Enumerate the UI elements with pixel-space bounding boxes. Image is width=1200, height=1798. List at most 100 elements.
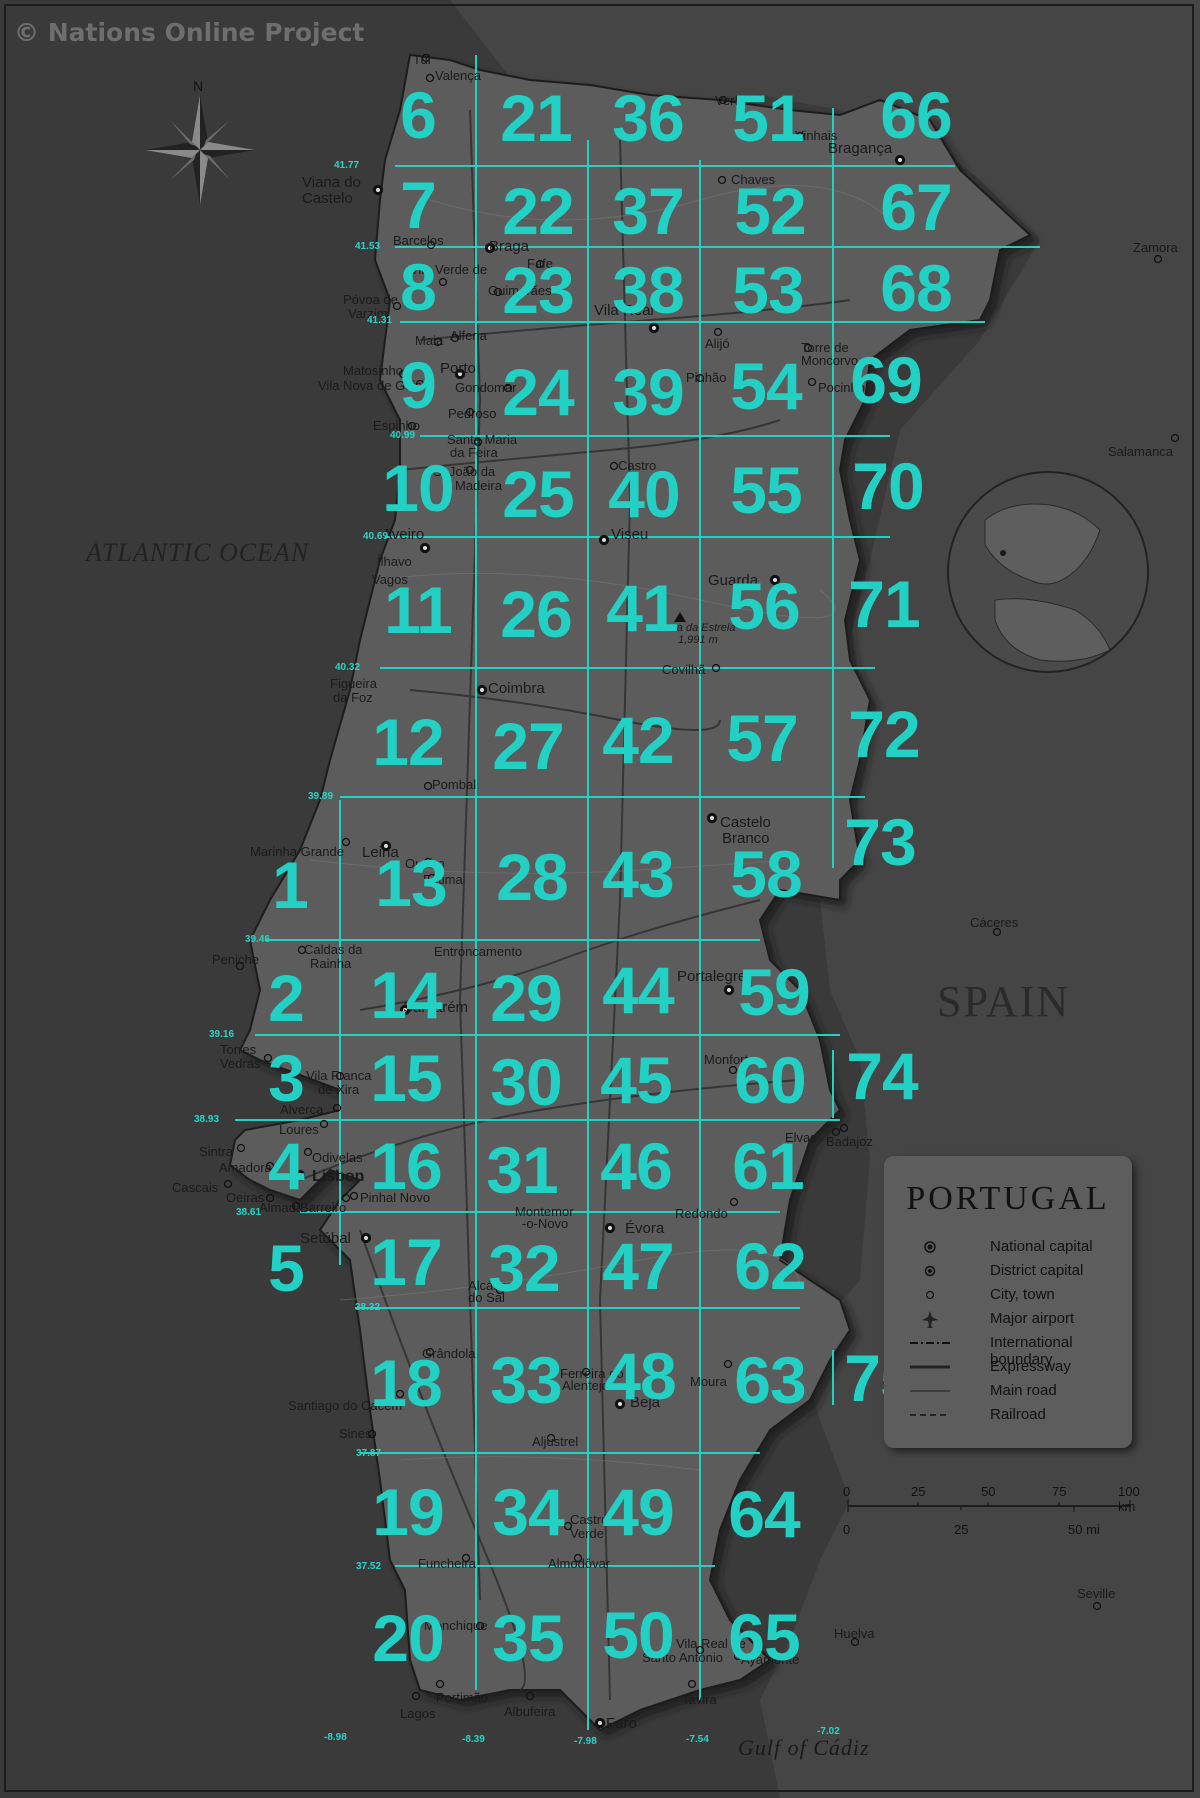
spain-label: SPAIN: [937, 977, 1071, 1026]
scale-mi-tick: 25: [954, 1522, 969, 1537]
city-label-viana: Viana do: [302, 174, 361, 191]
grid-number-24: 24: [502, 355, 574, 429]
city-label-covilha: Covilhã: [662, 662, 706, 677]
grid-number-12: 12: [372, 705, 444, 779]
grid-number-73: 73: [844, 805, 916, 879]
legend-item-main-road: Main road: [908, 1380, 1128, 1402]
city-label-povoa: Póvoa de: [343, 292, 398, 307]
latitude-label: 38.32: [355, 1302, 381, 1313]
legend-item-railroad: Railroad: [908, 1404, 1128, 1426]
city-marker-center: [598, 1721, 602, 1725]
grid-number-35: 35: [492, 1601, 564, 1675]
grid-number-3: 3: [268, 1041, 305, 1115]
grid-number-52: 52: [734, 174, 806, 248]
grid-number-19: 19: [372, 1475, 444, 1549]
latitude-label: 39.46: [245, 934, 271, 945]
longitude-label: -7.02: [817, 1726, 840, 1737]
grid-number-49: 49: [602, 1475, 674, 1549]
gulf-of-cadiz-label: Gulf of Cádiz: [738, 1735, 870, 1760]
city-label-alentejo: Alentejo: [562, 1378, 609, 1393]
city-label-sines: Sines: [339, 1426, 372, 1441]
grid-number-7: 7: [400, 168, 437, 242]
city-marker-center: [710, 816, 714, 820]
grid-number-45: 45: [600, 1043, 672, 1117]
city-label-onovo: -o-Novo: [522, 1216, 569, 1231]
grid-number-4: 4: [268, 1129, 305, 1203]
city-label-castelobranco: Castelo: [720, 814, 771, 831]
city-label-tavira: Tavira: [682, 1692, 717, 1707]
city-label-dexira: de Xira: [318, 1082, 360, 1097]
city-town-icon: [925, 1290, 935, 1300]
latitude-label: 37.87: [356, 1448, 382, 1459]
grid-number-11: 11: [384, 573, 453, 647]
city-label-redondo: Redondo: [675, 1206, 728, 1221]
city-label-sintra: Sintra: [199, 1144, 233, 1159]
city-label-entroncamento: Entroncamento: [434, 944, 523, 959]
city-label-maia: Maia: [415, 333, 444, 348]
grid-number-1: 1: [272, 848, 309, 922]
city-label-portimao: Portimão: [436, 1690, 489, 1705]
city-label-albufeira: Albufeira: [504, 1704, 556, 1719]
city-label-rainha: Rainha: [310, 956, 352, 971]
scale-km-tick: 100 km: [1118, 1484, 1140, 1514]
city-label-porto: Porto: [440, 360, 476, 377]
city-label-huelva: Huelva: [834, 1626, 875, 1641]
scale-km-tick: 75: [1052, 1484, 1067, 1499]
grid-number-69: 69: [850, 343, 922, 417]
city-label-almodovar: Almodôvar: [548, 1556, 611, 1571]
city-label-torres: Torres: [220, 1042, 257, 1057]
grid-number-8: 8: [400, 250, 437, 324]
legend-label: City, town: [990, 1286, 1055, 1303]
city-label-alijo: Alijó: [705, 336, 730, 351]
city-marker-center: [602, 538, 606, 542]
latitude-label: 40.69: [363, 531, 389, 542]
grid-number-34: 34: [492, 1475, 564, 1549]
grid-number-41: 41: [606, 571, 678, 645]
city-label-dafeira: da Feira: [450, 445, 498, 460]
city-label-odivelas: Odivelas: [312, 1150, 363, 1165]
city-marker-center: [376, 188, 380, 192]
city-label-barreiro: Barreiro: [300, 1200, 347, 1215]
grid-number-54: 54: [730, 349, 802, 423]
grid-number-25: 25: [502, 457, 574, 531]
city-label-funcheira: Funcheira: [418, 1556, 476, 1571]
latitude-label: 37.52: [356, 1561, 382, 1572]
grid-number-56: 56: [728, 569, 800, 643]
city-label-ilhavo: Ílhavo: [377, 554, 412, 569]
grid-number-44: 44: [602, 953, 674, 1027]
city-label-pombal: Pombal: [432, 777, 477, 792]
legend-item-district-capital: District capital: [908, 1260, 1128, 1282]
map-legend: PORTUGAL National capital District capit…: [884, 1156, 1132, 1448]
grid-number-6: 6: [400, 78, 437, 152]
grid-number-23: 23: [502, 253, 574, 327]
scale-bar: 0 25 50 75 100 km 0 25 50 mi: [840, 1484, 1140, 1554]
national-capital-icon: [924, 1241, 936, 1253]
latitude-label: 40.99: [390, 430, 416, 441]
city-label-caceres: Cáceres: [970, 915, 1019, 930]
grid-number-60: 60: [734, 1043, 806, 1117]
legend-item-city-town: City, town: [908, 1284, 1128, 1306]
grid-number-38: 38: [612, 253, 684, 327]
grid-number-32: 32: [488, 1231, 560, 1305]
grid-number-65: 65: [728, 1600, 800, 1674]
city-label-amadora: Amadora: [219, 1160, 272, 1175]
city-label-coimbra: Coimbra: [488, 680, 545, 697]
grid-number-26: 26: [500, 577, 572, 651]
city-label-alfena: Alfena: [450, 328, 487, 343]
grid-number-53: 53: [732, 253, 804, 327]
grid-number-5: 5: [268, 1231, 305, 1305]
legend-label: Major airport: [990, 1310, 1075, 1327]
longitude-label: -8.98: [324, 1732, 347, 1743]
grid-number-17: 17: [370, 1225, 442, 1299]
grid-number-10: 10: [382, 451, 454, 525]
grid-number-9: 9: [400, 348, 437, 422]
legend-item-expressway: Expressway: [908, 1356, 1128, 1378]
grid-number-63: 63: [734, 1343, 806, 1417]
city-label-zamora: Zamora: [1133, 240, 1178, 255]
legend-label: Railroad: [990, 1406, 1046, 1423]
copyright-notice: © Nations Online Project: [14, 18, 365, 47]
grid-number-71: 71: [848, 567, 920, 641]
city-label-vilafranca: Vila Franca: [306, 1068, 372, 1083]
grid-number-2: 2: [268, 961, 305, 1035]
city-label-lisbon: Lisbon: [312, 1168, 365, 1185]
